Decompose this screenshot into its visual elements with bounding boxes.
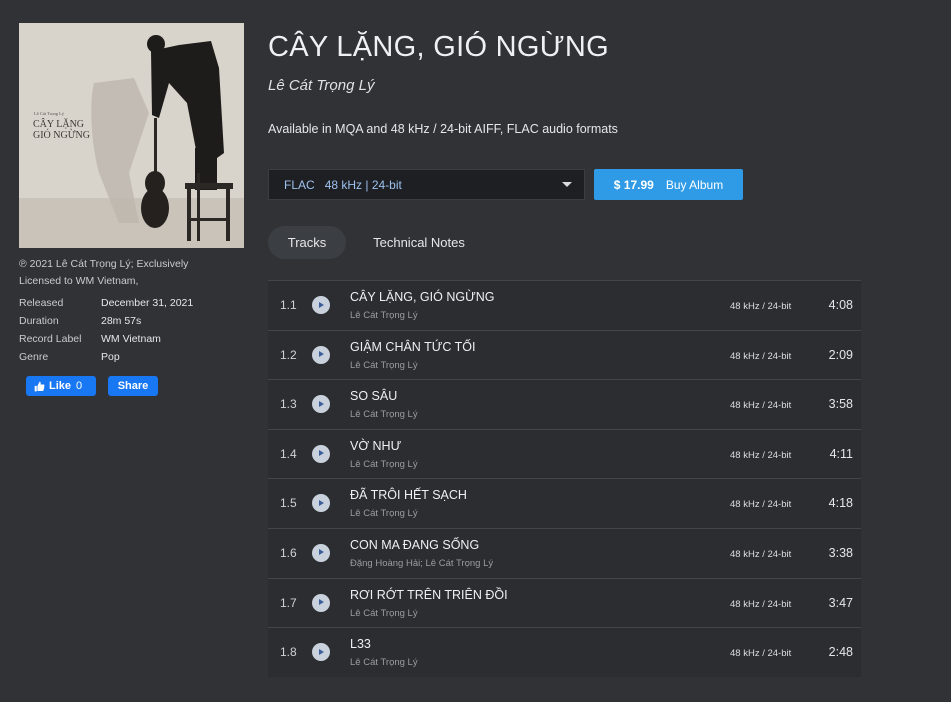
track-list: 1.1 CÂY LẶNG, GIÓ NGỪNG Lê Cát Trọng Lý …	[268, 280, 861, 677]
track-duration: 4:11	[829, 446, 853, 461]
available-formats-text: Available in MQA and 48 kHz / 24-bit AIF…	[268, 122, 618, 136]
track-number: 1.5	[280, 496, 297, 511]
play-icon[interactable]	[312, 593, 330, 612]
track-title: VỜ NHƯ	[350, 438, 402, 453]
thumbs-up-icon	[34, 381, 45, 391]
track-title: CON MA ĐANG SỐNG	[350, 537, 480, 552]
track-artist: Lê Cát Trọng Lý	[350, 607, 418, 619]
track-number: 1.7	[280, 595, 297, 610]
track-title: L33	[350, 637, 371, 652]
format-select[interactable]: FLAC 48 kHz | 24-bit	[268, 169, 585, 200]
track-number: 1.4	[280, 446, 297, 461]
track-quality: 48 kHz / 24-bit	[730, 499, 792, 511]
meta-value: December 31, 2021	[101, 297, 194, 309]
track-row[interactable]: 1.2 GIẬM CHÂN TỨC TỐI Lê Cát Trọng Lý 48…	[268, 329, 861, 380]
play-icon[interactable]	[312, 494, 330, 513]
track-duration: 4:18	[828, 496, 853, 511]
tab-tracks[interactable]: Tracks	[268, 226, 346, 259]
track-row[interactable]: 1.3 SO SÂU Lê Cát Trọng Lý 48 kHz / 24-b…	[268, 379, 861, 429]
track-quality: 48 kHz / 24-bit	[730, 449, 792, 461]
tab-technical-notes[interactable]: Technical Notes	[360, 226, 478, 259]
track-title: ĐÃ TRÔI HẾT SẠCH	[350, 488, 467, 503]
track-number: 1.2	[280, 347, 297, 362]
meta-key: Duration	[19, 315, 59, 327]
copyright-text: ℗ 2021 Lê Cát Trọng Lý; Exclusively Lice…	[19, 258, 189, 287]
play-icon[interactable]	[312, 444, 330, 463]
svg-text:GIÓ NGỪNG: GIÓ NGỪNG	[33, 129, 90, 141]
svg-text:CÂY LẶNG: CÂY LẶNG	[33, 118, 84, 130]
track-number: 1.1	[280, 298, 297, 312]
meta-genre: Genre Pop	[19, 348, 193, 366]
play-icon[interactable]	[312, 345, 330, 364]
track-quality: 48 kHz / 24-bit	[730, 648, 792, 660]
track-row[interactable]: 1.4 VỜ NHƯ Lê Cát Trọng Lý 48 kHz / 24-b…	[268, 428, 861, 479]
quality-label: 48 kHz | 24-bit	[324, 177, 402, 192]
track-quality: 48 kHz / 24-bit	[730, 301, 792, 312]
meta-value: Pop	[101, 351, 120, 363]
meta-value: 28m 57s	[101, 315, 142, 327]
track-artist: Lê Cát Trọng Lý	[350, 310, 418, 321]
track-quality: 48 kHz / 24-bit	[730, 548, 792, 560]
track-artist: Đặng Hoàng Hải; Lê Cát Trọng Lý	[350, 557, 494, 569]
track-duration: 3:47	[828, 595, 853, 610]
track-artist: Lê Cát Trọng Lý	[350, 409, 418, 421]
track-duration: 2:48	[828, 645, 853, 660]
album-cover-art: Lê Cát Trọng Lý CÂY LẶNG GIÓ NGỪNG	[19, 23, 244, 248]
share-label: Share	[117, 380, 149, 392]
track-number: 1.3	[280, 397, 297, 412]
track-quality: 48 kHz / 24-bit	[730, 598, 792, 610]
meta-key: Genre	[19, 351, 49, 363]
track-title: SO SÂU	[350, 389, 398, 404]
track-duration: 3:58	[828, 397, 853, 412]
track-artist: Lê Cát Trọng Lý	[350, 359, 418, 371]
meta-released: Released December 31, 2021	[19, 294, 193, 312]
buy-album-button[interactable]: $ 17.99 Buy Album	[594, 169, 743, 200]
track-title: GIẬM CHÂN TỨC TỐI	[350, 339, 476, 354]
facebook-like-button[interactable]: Like 0	[26, 376, 96, 396]
track-row[interactable]: 1.5 ĐÃ TRÔI HẾT SẠCH Lê Cát Trọng Lý 48 …	[268, 478, 861, 528]
chevron-down-icon	[562, 182, 572, 187]
format-label: FLAC	[284, 177, 315, 192]
track-duration: 2:09	[828, 347, 853, 362]
album-title: CÂY LẶNG, GIÓ NGỪNG	[268, 31, 609, 63]
like-count: 0	[76, 380, 83, 392]
meta-value: WM Vietnam	[101, 333, 161, 345]
play-icon[interactable]	[312, 543, 330, 562]
track-duration: 4:08	[828, 298, 853, 312]
album-meta: Released December 31, 2021 Duration 28m …	[19, 294, 193, 366]
track-row[interactable]: 1.6 CON MA ĐANG SỐNG Đặng Hoàng Hải; Lê …	[268, 527, 861, 578]
track-row[interactable]: 1.7 RƠI RỚT TRÊN TRIÊN ĐỒI Lê Cát Trọng …	[268, 577, 861, 628]
play-icon[interactable]	[312, 296, 330, 314]
track-title: RƠI RỚT TRÊN TRIÊN ĐỒI	[350, 587, 508, 602]
meta-key: Released	[19, 297, 64, 309]
svg-text:Lê Cát Trọng Lý: Lê Cát Trọng Lý	[34, 111, 65, 116]
buy-label: Buy Album	[665, 177, 724, 192]
meta-duration: Duration 28m 57s	[19, 312, 193, 330]
album-cover[interactable]: Lê Cát Trọng Lý CÂY LẶNG GIÓ NGỪNG	[19, 23, 244, 248]
like-label: Like	[49, 380, 72, 392]
meta-record-label: Record Label WM Vietnam	[19, 330, 193, 348]
track-quality: 48 kHz / 24-bit	[730, 350, 792, 362]
album-artist-link[interactable]: Lê Cát Trọng Lý	[268, 77, 374, 94]
track-artist: Lê Cát Trọng Lý	[350, 657, 418, 669]
meta-key: Record Label	[19, 333, 82, 345]
track-title: CÂY LẶNG, GIÓ NGỪNG	[350, 290, 495, 304]
play-icon[interactable]	[312, 395, 330, 414]
track-number: 1.6	[280, 545, 297, 560]
facebook-share-button[interactable]: Share	[108, 376, 158, 396]
track-row[interactable]: 1.1 CÂY LẶNG, GIÓ NGỪNG Lê Cát Trọng Lý …	[268, 280, 861, 330]
play-icon[interactable]	[312, 643, 330, 662]
track-duration: 3:38	[828, 545, 853, 560]
track-number: 1.8	[280, 645, 297, 660]
track-row[interactable]: 1.8 L33 Lê Cát Trọng Lý 48 kHz / 24-bit …	[268, 627, 861, 677]
price-label: $ 17.99	[613, 177, 654, 192]
track-quality: 48 kHz / 24-bit	[730, 400, 792, 412]
track-artist: Lê Cát Trọng Lý	[350, 458, 418, 470]
track-artist: Lê Cát Trọng Lý	[350, 508, 418, 520]
